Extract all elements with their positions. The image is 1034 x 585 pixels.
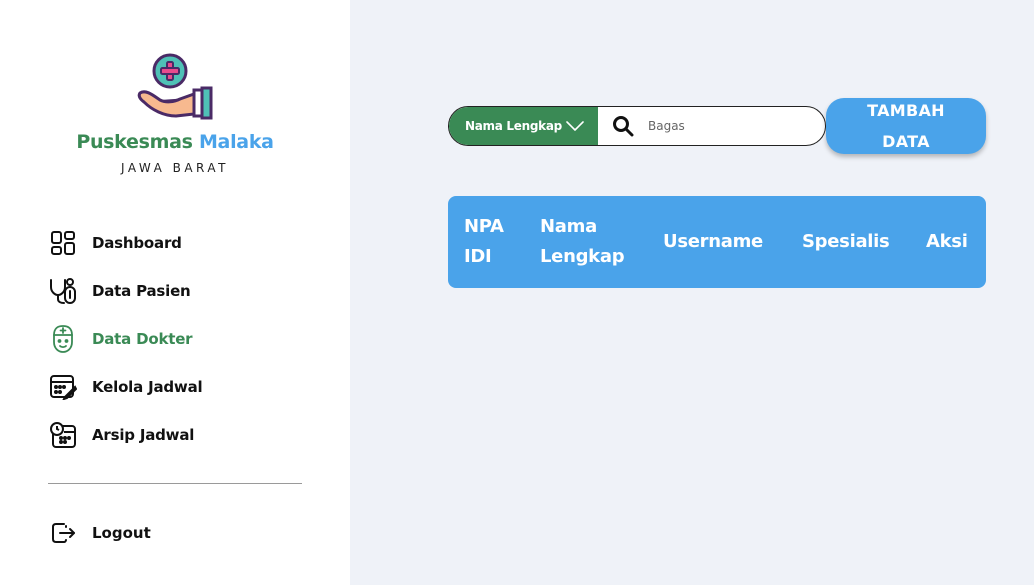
logout-label: Logout: [92, 524, 151, 542]
sidebar-item-label: Data Dokter: [92, 330, 193, 348]
search-filter-dropdown[interactable]: Nama Lengkap: [449, 107, 598, 145]
column-header-aksi[interactable]: Aksi: [926, 196, 976, 288]
brand-region: JAWA BARAT: [120, 161, 229, 175]
sidebar-item-label: Dashboard: [92, 234, 182, 252]
search-input[interactable]: [648, 119, 808, 133]
sidebar-item-label: Data Pasien: [92, 282, 191, 300]
search-bar: Nama Lengkap: [448, 106, 826, 146]
logout-button[interactable]: Logout: [48, 516, 151, 550]
sidebar-item-dashboard[interactable]: Dashboard: [48, 226, 202, 260]
doctor-table-header: NPA IDI Nama Lengkap Username Spesialis …: [448, 196, 986, 288]
column-header-npa-idi[interactable]: NPA IDI: [464, 196, 514, 288]
brand-name-part2: Malaka: [198, 131, 274, 153]
schedule-archive-icon: [48, 420, 78, 450]
column-header-username[interactable]: Username: [663, 196, 783, 288]
column-header-spesialis[interactable]: Spesialis: [802, 196, 902, 288]
search-filter-label: Nama Lengkap: [465, 119, 562, 133]
sidebar-item-data-dokter[interactable]: Data Dokter: [48, 322, 202, 356]
sidebar-item-kelola-jadwal[interactable]: Kelola Jadwal: [48, 370, 203, 404]
sidebar-nav: Dashboard Data Pasien Data Dokter Kelola…: [48, 226, 203, 466]
add-data-button[interactable]: TAMBAH DATA: [826, 98, 986, 154]
sidebar-item-data-pasien[interactable]: Data Pasien: [48, 274, 202, 308]
sidebar-item-arsip-jadwal[interactable]: Arsip Jadwal: [48, 418, 202, 452]
add-data-button-line2: DATA: [882, 132, 930, 151]
chevron-down-icon: [566, 121, 584, 131]
logout-icon: [48, 518, 78, 548]
brand-name-part1: Puskesmas: [76, 131, 193, 153]
add-data-button-line1: TAMBAH: [867, 101, 945, 120]
search-icon[interactable]: [612, 115, 634, 137]
sidebar-item-label: Kelola Jadwal: [92, 378, 203, 396]
sidebar: Puskesmas Malaka JAWA BARAT Dashboard Da…: [0, 0, 350, 585]
brand-name: Puskesmas Malaka: [0, 131, 350, 153]
stethoscope-icon: [48, 276, 78, 306]
doctor-icon: [48, 324, 78, 354]
sidebar-divider: [48, 483, 302, 484]
calendar-edit-icon: [48, 372, 78, 402]
health-care-hand-logo-icon: [137, 53, 213, 120]
sidebar-item-label: Arsip Jadwal: [92, 426, 195, 444]
column-header-nama-lengkap[interactable]: Nama Lengkap: [540, 196, 640, 288]
dashboard-icon: [48, 228, 78, 258]
